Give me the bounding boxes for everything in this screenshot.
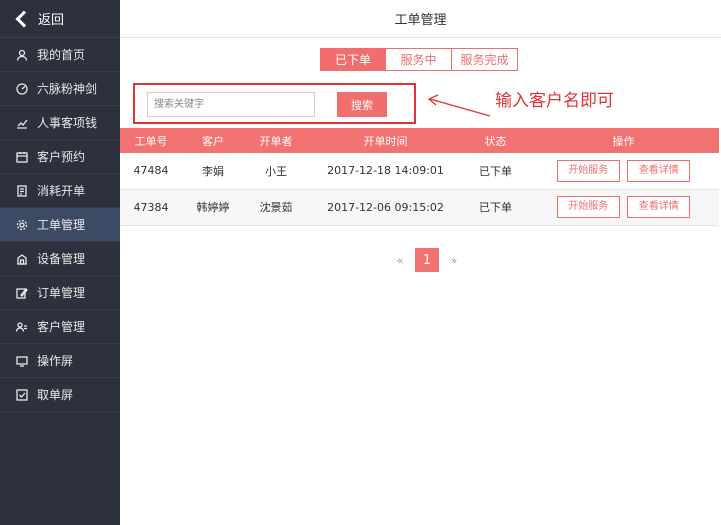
table-row: 47384 韩婷婷 沈景茹 2017-12-06 09:15:02 已下单 开始… — [120, 189, 719, 225]
sidebar-item-label: 取单屏 — [37, 388, 74, 402]
tab-ordered[interactable]: 已下单 — [320, 48, 386, 71]
sidebar-item-label: 我的首页 — [37, 48, 86, 62]
sidebar-item-5[interactable]: 工单管理 — [0, 208, 120, 242]
user-icon — [16, 49, 28, 61]
col-header-actions: 操作 — [612, 134, 635, 148]
sidebar-item-0[interactable]: 我的首页 — [0, 38, 120, 72]
start-service-button[interactable]: 开始服务 — [556, 196, 620, 218]
cell-customer: 李娟 — [202, 164, 224, 178]
view-details-button[interactable]: 查看详情 — [627, 159, 691, 182]
cell-actions: 开始服务 查看详情 — [528, 189, 719, 225]
sidebar-item-label: 订单管理 — [37, 286, 86, 300]
back-label: 返回 — [38, 13, 65, 28]
next-page-icon[interactable]: » — [444, 254, 464, 267]
calendar-icon — [16, 151, 28, 163]
pagination: « 1 » — [390, 248, 464, 272]
back-button[interactable]: 返回 — [0, 0, 120, 38]
col-header-time: 开单时间 — [363, 134, 408, 148]
sidebar-item-3[interactable]: 客户预约 — [0, 140, 120, 174]
cell-creator: 沈景茹 — [259, 201, 293, 214]
gear-icon — [16, 219, 28, 231]
sidebar-item-label: 客户预约 — [37, 150, 86, 164]
sidebar-item-2[interactable]: 人事客项钱 — [0, 106, 120, 140]
cell-actions: 开始服务 查看详情 — [528, 153, 719, 189]
tab-completed[interactable]: 服务完成 — [452, 48, 518, 71]
main-panel: 工单管理 已下单 服务中 服务完成 搜索 输入客户名即可 工单号 客户 开单者 … — [120, 0, 721, 525]
sidebar-item-label: 六脉粉神剑 — [37, 82, 98, 96]
sidebar-item-label: 人事客项钱 — [37, 116, 98, 130]
cell-customer: 韩婷婷 — [196, 201, 230, 214]
status-tabs: 已下单 服务中 服务完成 — [320, 48, 518, 71]
cell-id: 47384 — [133, 200, 169, 214]
search-highlight-box: 搜索 — [133, 83, 416, 124]
cell-time: 2017-12-06 09:15:02 — [327, 200, 444, 214]
annotation-arrow-icon — [427, 94, 491, 117]
document-icon — [16, 184, 28, 197]
page-header: 工单管理 — [120, 0, 721, 38]
tab-in-service[interactable]: 服务中 — [386, 48, 452, 71]
sidebar-item-label: 操作屏 — [37, 354, 74, 368]
chart-icon — [16, 117, 28, 129]
sidebar-item-10[interactable]: 取单屏 — [0, 378, 120, 412]
work-order-table: 工单号 客户 开单者 开单时间 状态 操作 47484 李娟 小王 2017-1… — [120, 128, 719, 226]
cell-id: 47484 — [133, 164, 169, 178]
sidebar-item-7[interactable]: 订单管理 — [0, 276, 120, 310]
users-icon — [16, 321, 28, 333]
sidebar-item-8[interactable]: 客户管理 — [0, 310, 120, 344]
monitor-icon — [16, 355, 28, 367]
table-header-row: 工单号 客户 开单者 开单时间 状态 操作 — [120, 128, 719, 153]
sidebar-item-label: 消耗开单 — [37, 184, 86, 198]
sidebar-item-label: 设备管理 — [37, 252, 86, 266]
start-service-button[interactable]: 开始服务 — [556, 159, 620, 182]
search-button[interactable]: 搜索 — [337, 92, 387, 117]
cell-time: 2017-12-18 14:09:01 — [327, 164, 444, 178]
prev-page-icon[interactable]: « — [390, 254, 410, 267]
view-details-button[interactable]: 查看详情 — [627, 196, 691, 218]
sidebar-item-label: 客户管理 — [37, 320, 86, 334]
col-header-creator: 开单者 — [259, 134, 293, 148]
sidebar-item-4[interactable]: 消耗开单 — [0, 174, 120, 208]
edit-icon — [16, 287, 28, 299]
cell-status: 已下单 — [479, 201, 512, 214]
building-icon — [16, 253, 28, 265]
col-header-customer: 客户 — [202, 134, 224, 148]
checkbox-icon — [16, 388, 28, 401]
sidebar-nav: 我的首页六脉粉神剑人事客项钱客户预约消耗开单工单管理设备管理订单管理客户管理操作… — [0, 38, 120, 412]
sidebar: 返回 我的首页六脉粉神剑人事客项钱客户预约消耗开单工单管理设备管理订单管理客户管… — [0, 0, 120, 525]
annotation-text: 输入客户名即可 — [495, 91, 614, 111]
dashboard-icon — [16, 82, 28, 95]
col-header-status: 状态 — [484, 134, 507, 148]
col-header-id: 工单号 — [134, 134, 168, 148]
sidebar-item-1[interactable]: 六脉粉神剑 — [0, 72, 120, 106]
table-row: 47484 李娟 小王 2017-12-18 14:09:01 已下单 开始服务… — [120, 153, 719, 189]
cell-status: 已下单 — [479, 164, 512, 178]
search-input[interactable] — [147, 92, 315, 117]
sidebar-item-label: 工单管理 — [37, 218, 86, 232]
page-title: 工单管理 — [394, 13, 447, 28]
sidebar-item-6[interactable]: 设备管理 — [0, 242, 120, 276]
sidebar-item-9[interactable]: 操作屏 — [0, 344, 120, 378]
cell-creator: 小王 — [265, 164, 287, 178]
page-number-current[interactable]: 1 — [415, 248, 439, 272]
chevron-left-icon — [15, 10, 33, 27]
